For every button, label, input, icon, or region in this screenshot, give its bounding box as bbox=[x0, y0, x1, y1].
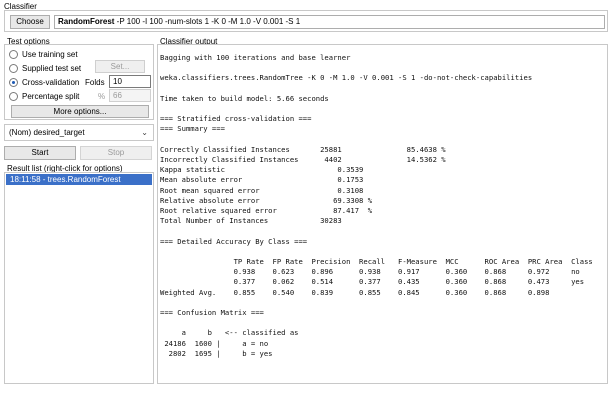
cross-validation-label: Cross-validation bbox=[22, 77, 80, 87]
percentage-split-label: Percentage split bbox=[22, 91, 80, 101]
classifier-name: RandomForest bbox=[58, 17, 115, 26]
classifier-output-text: Bagging with 100 iterations and base lea… bbox=[160, 53, 593, 358]
supplied-test-set-option[interactable]: Supplied test set bbox=[9, 62, 81, 74]
cross-validation-option[interactable]: Cross-validation bbox=[9, 76, 79, 88]
percentage-split-option[interactable]: Percentage split bbox=[9, 90, 79, 102]
radio-button-selected[interactable] bbox=[9, 77, 18, 87]
use-training-set-option[interactable]: Use training set bbox=[9, 48, 78, 60]
target-attribute-value: (Nom) desired_target bbox=[9, 128, 85, 137]
classifier-options: -P 100 -I 100 -num-slots 1 -K 0 -M 1.0 -… bbox=[114, 17, 301, 26]
result-list-item[interactable]: 18:11:58 - trees.RandomForest bbox=[6, 174, 152, 185]
radio-button[interactable] bbox=[9, 49, 18, 59]
test-options-panel: Use training set Supplied test set Set..… bbox=[4, 44, 154, 120]
use-training-set-label: Use training set bbox=[22, 49, 78, 59]
choose-button[interactable]: Choose bbox=[10, 15, 50, 29]
set-button[interactable]: Set... bbox=[95, 60, 145, 73]
chevron-down-icon: ⌄ bbox=[141, 128, 148, 137]
classifier-output-panel[interactable]: Bagging with 100 iterations and base lea… bbox=[157, 44, 608, 384]
radio-button[interactable] bbox=[9, 91, 18, 101]
percent-symbol: % bbox=[98, 92, 106, 101]
more-options-button[interactable]: More options... bbox=[11, 105, 149, 118]
target-attribute-select[interactable]: (Nom) desired_target ⌄ bbox=[4, 124, 154, 141]
percentage-input[interactable]: 66 bbox=[109, 89, 151, 102]
folds-input[interactable]: 10 bbox=[109, 75, 151, 88]
folds-label: Folds bbox=[85, 78, 105, 87]
classifier-panel: Choose RandomForest -P 100 -I 100 -num-s… bbox=[4, 10, 608, 32]
radio-button[interactable] bbox=[9, 63, 18, 73]
result-list[interactable]: 18:11:58 - trees.RandomForest bbox=[4, 172, 154, 384]
supplied-test-set-label: Supplied test set bbox=[22, 63, 82, 73]
stop-button[interactable]: Stop bbox=[80, 146, 152, 160]
classifier-config-field[interactable]: RandomForest -P 100 -I 100 -num-slots 1 … bbox=[54, 15, 605, 29]
start-button[interactable]: Start bbox=[4, 146, 76, 160]
